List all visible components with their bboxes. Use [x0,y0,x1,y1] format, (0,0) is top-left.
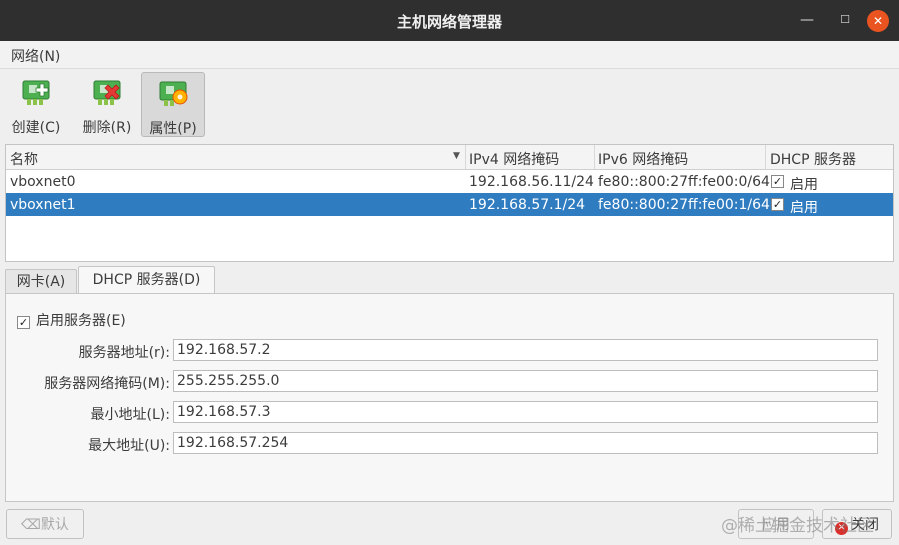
table-row[interactable]: vboxnet0 192.168.56.11/24 fe80::800:27ff… [6,170,893,193]
host-network-table: 名称 ▼ IPv4 网络掩码 IPv6 网络掩码 DHCP 服务器 vboxne… [5,144,894,262]
table-header: 名称 ▼ IPv4 网络掩码 IPv6 网络掩码 DHCP 服务器 [6,145,893,170]
maximize-button[interactable]: ☐ [833,8,857,32]
upper-address-label: 最大地址(U): [88,438,170,454]
remove-label: 删除(R) [82,120,132,136]
network-card-remove-icon [93,80,121,105]
column-header-name[interactable]: 名称 [10,149,38,169]
watermark: @稀土掘金技术社区 [721,516,874,536]
close-window-button[interactable]: ✕ [867,10,889,32]
minimize-button[interactable]: — [795,8,819,32]
row-ipv6: fe80::800:27ff:fe00:0/64 [598,174,770,190]
column-header-dhcp[interactable]: DHCP 服务器 [770,149,856,169]
menu-bar: 网络(N) [0,41,899,69]
table-row-selected[interactable]: vboxnet1 192.168.57.1/24 fe80::800:27ff:… [6,193,893,216]
tab-adapter[interactable]: 网卡(A) [5,269,77,294]
network-card-add-icon [22,80,50,105]
row-ipv6: fe80::800:27ff:fe00:1/64 [598,197,770,213]
column-divider[interactable] [465,145,466,169]
lower-address-label: 最小地址(L): [90,407,170,423]
upper-address-input[interactable] [173,432,878,454]
column-header-ipv6[interactable]: IPv6 网络掩码 [598,149,688,169]
network-card-properties-icon [159,81,188,106]
server-address-label: 服务器地址(r): [78,345,170,361]
reset-button[interactable]: ⌫默认 [6,509,84,539]
row-name: vboxnet1 [10,197,76,213]
column-header-ipv4[interactable]: IPv4 网络掩码 [469,149,559,169]
dhcp-server-panel: ✓ 启用服务器(E) 服务器地址(r): 服务器网络掩码(M): 最小地址(L):… [5,293,894,502]
properties-button[interactable]: 属性(P) [141,72,205,137]
server-address-input[interactable] [173,339,878,361]
menu-network[interactable]: 网络(N) [11,46,60,66]
row-dhcp-checkbox[interactable]: ✓ [771,198,784,211]
column-divider[interactable] [765,145,766,169]
remove-button[interactable]: 删除(R) [78,72,136,136]
enable-server-label: 启用服务器(E) [36,313,126,329]
server-mask-input[interactable] [173,370,878,392]
create-label: 创建(C) [11,120,61,136]
window-title: 主机网络管理器 [396,13,502,31]
reset-icon: ⌫ [21,517,41,533]
properties-label: 属性(P) [149,121,197,137]
enable-server-option[interactable]: ✓ 启用服务器(E) [17,310,126,330]
reset-label: 默认 [40,517,69,533]
column-divider[interactable] [594,145,595,169]
enable-server-checkbox[interactable]: ✓ [17,316,30,329]
tab-dhcp-server[interactable]: DHCP 服务器(D) [78,266,215,295]
row-dhcp-status: 启用 [790,177,818,193]
title-bar: 主机网络管理器 — ☐ ✕ [0,0,899,41]
lower-address-input[interactable] [173,401,878,423]
row-ipv4: 192.168.57.1/24 [469,197,586,213]
row-dhcp-status: 启用 [790,200,818,216]
create-button[interactable]: 创建(C) [7,72,65,136]
toolbar: 创建(C) 删除(R) 属性(P) [0,69,899,141]
sort-descending-icon: ▼ [453,151,460,161]
row-ipv4: 192.168.56.11/24 [469,174,594,190]
row-name: vboxnet0 [10,174,76,190]
row-dhcp-checkbox[interactable]: ✓ [771,175,784,188]
server-mask-label: 服务器网络掩码(M): [44,376,170,392]
